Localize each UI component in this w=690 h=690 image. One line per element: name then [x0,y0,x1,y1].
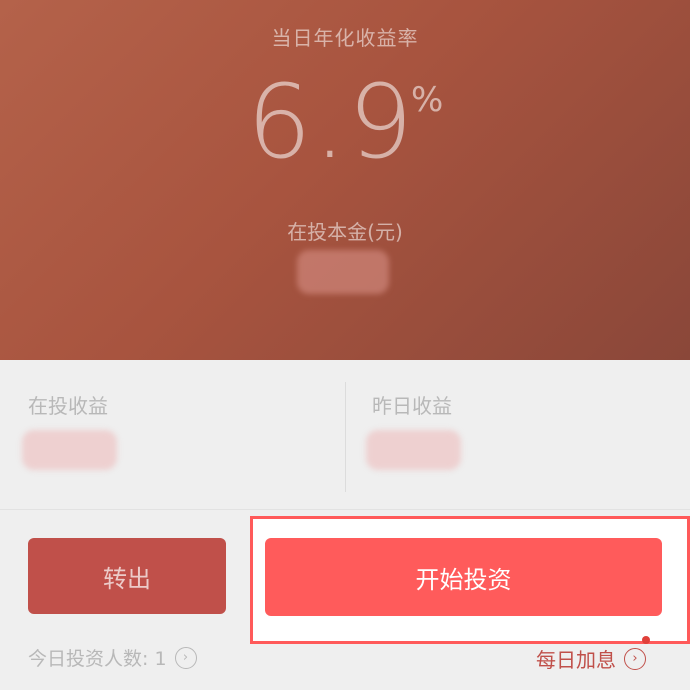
principal-value-masked [297,250,389,294]
today-investors-label: 今日投资人数: 1 [28,648,167,670]
principal-label: 在投本金(元) [287,220,403,244]
notification-dot [642,636,650,644]
stats-divider [345,382,346,492]
summary-header: 当日年化收益率 6.9% 在投本金(元) [0,0,690,360]
annual-yield-unit: % [410,80,444,120]
daily-annual-yield-title: 当日年化收益率 [271,26,419,50]
daily-bonus-link[interactable]: 每日加息 › [536,644,646,673]
action-area: 转出 开始投资 今日投资人数: 1 › 每日加息 › [0,510,690,690]
today-investors-link[interactable]: 今日投资人数: 1 › [28,644,197,671]
yesterday-income-label: 昨日收益 [372,394,452,418]
annual-yield-value: 6.9 [246,63,415,182]
start-invest-button[interactable]: 开始投资 [265,538,662,616]
daily-bonus-label: 每日加息 [536,648,616,672]
invest-income-value-masked [22,430,117,470]
transfer-out-button[interactable]: 转出 [28,538,226,614]
yesterday-income-value-masked [366,430,461,470]
annual-yield-rate: 6.9% [0,72,690,174]
invest-income-label: 在投收益 [28,394,108,418]
chevron-right-circle-icon: › [174,646,197,669]
chevron-right-circle-icon: › [624,647,646,670]
income-stats: 在投收益 昨日收益 [0,360,690,510]
